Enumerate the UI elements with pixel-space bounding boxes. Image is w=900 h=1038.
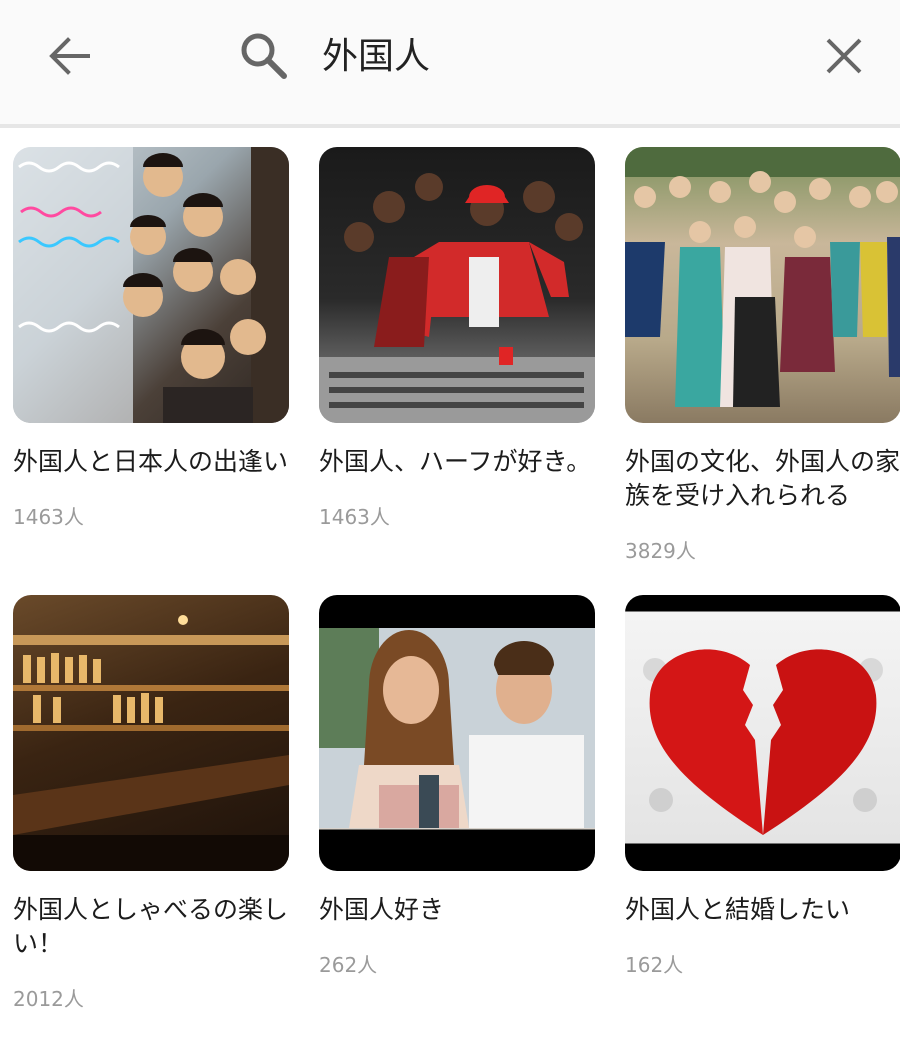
member-count: 162人 <box>625 953 684 977</box>
result-title: 外国人と日本人の出逢い <box>13 447 289 476</box>
search-input[interactable] <box>322 34 782 80</box>
bar-photo <box>13 595 289 871</box>
result-title: 外国人好き <box>319 895 445 924</box>
member-count: 262人 <box>319 953 378 977</box>
bar-photo-art <box>13 615 289 871</box>
result-card[interactable]: 外国の文化、外国人の家族を受け入れられる 3829人 <box>625 147 900 564</box>
result-title: 外国人としゃべるの楽しい！ <box>13 895 289 958</box>
result-title: 外国人と結婚したい <box>625 895 851 924</box>
result-title: 外国の文化、外国人の家族を受け入れられる <box>625 447 900 510</box>
result-card[interactable]: 外国人と日本人の出逢い 1463人 <box>13 147 289 530</box>
member-count: 3829人 <box>625 539 696 563</box>
member-count: 1463人 <box>319 505 390 529</box>
children-photo <box>13 147 289 423</box>
couple-photo <box>319 595 595 871</box>
music-studio-photo-art <box>319 173 595 423</box>
back-arrow-icon[interactable] <box>44 30 96 82</box>
family-group-photo-art <box>625 147 900 407</box>
search-icon <box>241 33 287 79</box>
result-card[interactable]: 外国人と結婚したい 162人 <box>625 595 900 978</box>
couple-photo-art <box>319 628 595 828</box>
result-card[interactable]: 外国人、ハーフが好き。 1463人 <box>319 147 595 530</box>
close-icon[interactable] <box>820 32 868 80</box>
member-count: 1463人 <box>13 505 84 529</box>
results-grid: 外国人と日本人の出逢い 1463人 外国人、ハーフが好き。 1463人 外国の文… <box>0 128 900 1038</box>
result-card[interactable]: 外国人好き 262人 <box>319 595 595 978</box>
family-group-photo <box>625 147 900 423</box>
result-title: 外国人、ハーフが好き。 <box>319 447 592 476</box>
search-header <box>0 0 900 128</box>
children-photo-art <box>13 147 289 423</box>
member-count: 2012人 <box>13 987 84 1011</box>
result-card[interactable]: 外国人としゃべるの楽しい！ 2012人 <box>13 595 289 1012</box>
heart-photo-art <box>643 649 883 835</box>
heart-photo <box>625 595 900 871</box>
music-studio-photo <box>319 147 595 423</box>
